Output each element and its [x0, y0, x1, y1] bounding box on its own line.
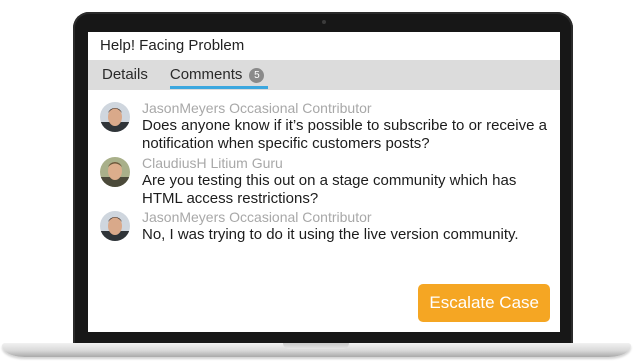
user-avatar-icon[interactable] [100, 102, 130, 132]
camera-icon [322, 20, 326, 24]
comment-count-badge: 5 [249, 68, 265, 83]
comment-author[interactable]: JasonMeyers Occasional Contributor [142, 208, 560, 226]
escalate-case-button[interactable]: Escalate Case [418, 284, 550, 322]
case-title: Help! Facing Problem [100, 37, 245, 54]
comment-text: Are you testing this out on a stage comm… [142, 172, 517, 207]
user-avatar-icon[interactable] [100, 211, 130, 241]
user-avatar-icon[interactable] [100, 157, 130, 187]
comment-author[interactable]: JasonMeyers Occasional Contributor [142, 99, 560, 117]
comment-text: No, I was trying to do it using the live… [142, 226, 519, 243]
tab-comments-label: Comments [169, 66, 243, 83]
comment-item: JasonMeyers Occasional Contributor Does … [88, 99, 560, 153]
comment-author[interactable]: ClaudiusH Litium Guru [142, 154, 560, 172]
app-screen: Help! Facing Problem Details Comments 5 J… [88, 32, 560, 332]
comment-text: Does anyone know if it’s possible to sub… [142, 117, 547, 152]
laptop-base-notch [283, 343, 349, 349]
tab-details[interactable]: Details [102, 60, 148, 90]
tab-details-label: Details [102, 66, 148, 83]
comment-item: JasonMeyers Occasional Contributor No, I… [88, 208, 560, 244]
comment-item: ClaudiusH Litium Guru Are you testing th… [88, 154, 560, 208]
tab-comments[interactable]: Comments 5 [169, 60, 268, 90]
tab-bar: Details Comments 5 [88, 60, 560, 90]
